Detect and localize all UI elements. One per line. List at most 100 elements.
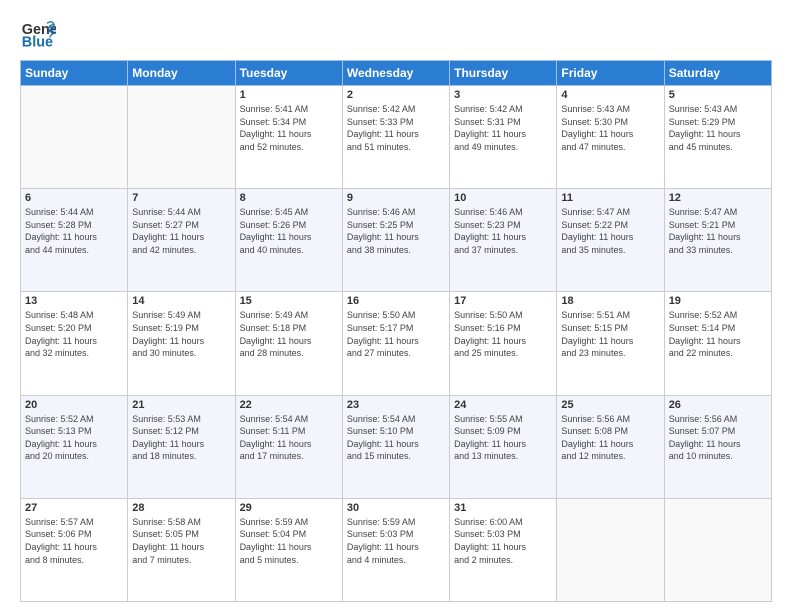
day-header-sunday: Sunday xyxy=(21,61,128,86)
day-number: 8 xyxy=(240,192,338,204)
calendar-cell: 19 Sunrise: 5:52 AM Sunset: 5:14 PM Dayli… xyxy=(664,292,771,395)
day-number: 23 xyxy=(347,399,445,411)
day-info: Sunrise: 5:50 AM Sunset: 5:16 PM Dayligh… xyxy=(454,309,552,359)
day-info: Sunrise: 5:58 AM Sunset: 5:05 PM Dayligh… xyxy=(132,516,230,566)
calendar-cell: 27 Sunrise: 5:57 AM Sunset: 5:06 PM Dayli… xyxy=(21,498,128,601)
day-header-wednesday: Wednesday xyxy=(342,61,449,86)
calendar-cell: 25Sunrise: 5:56 AM Sunset: 5:08 PM Dayli… xyxy=(557,395,664,498)
day-number: 10 xyxy=(454,192,552,204)
day-info: Sunrise: 5:56 AM Sunset: 5:07 PM Dayligh… xyxy=(669,413,767,463)
calendar-cell: 18 Sunrise: 5:51 AM Sunset: 5:15 PM Dayli… xyxy=(557,292,664,395)
day-info: Sunrise: 5:46 AM Sunset: 5:23 PM Dayligh… xyxy=(454,206,552,256)
day-number: 26 xyxy=(669,399,767,411)
day-number: 15 xyxy=(240,295,338,307)
day-info: Sunrise: 5:48 AM Sunset: 5:20 PM Dayligh… xyxy=(25,309,123,359)
calendar-cell: 7 Sunrise: 5:44 AM Sunset: 5:27 PM Daylig… xyxy=(128,189,235,292)
calendar-cell: 21Sunrise: 5:53 AM Sunset: 5:12 PM Dayli… xyxy=(128,395,235,498)
calendar-cell: 3 Sunrise: 5:42 AM Sunset: 5:31 PM Daylig… xyxy=(450,86,557,189)
day-info: Sunrise: 5:44 AM Sunset: 5:27 PM Dayligh… xyxy=(132,206,230,256)
day-header-monday: Monday xyxy=(128,61,235,86)
day-info: Sunrise: 5:44 AM Sunset: 5:28 PM Dayligh… xyxy=(25,206,123,256)
day-info: Sunrise: 5:46 AM Sunset: 5:25 PM Dayligh… xyxy=(347,206,445,256)
calendar-cell: 30 Sunrise: 5:59 AM Sunset: 5:03 PM Dayli… xyxy=(342,498,449,601)
calendar-cell: 2 Sunrise: 5:42 AM Sunset: 5:33 PM Daylig… xyxy=(342,86,449,189)
day-header-saturday: Saturday xyxy=(664,61,771,86)
day-info: Sunrise: 5:43 AM Sunset: 5:29 PM Dayligh… xyxy=(669,103,767,153)
calendar-cell: 22 Sunrise: 5:54 AM Sunset: 5:11 PM Dayli… xyxy=(235,395,342,498)
day-number: 17 xyxy=(454,295,552,307)
day-info: Sunrise: 5:50 AM Sunset: 5:17 PM Dayligh… xyxy=(347,309,445,359)
calendar-cell: 4 Sunrise: 5:43 AM Sunset: 5:30 PM Daylig… xyxy=(557,86,664,189)
day-info: Sunrise: 5:59 AM Sunset: 5:04 PM Dayligh… xyxy=(240,516,338,566)
day-number: 19 xyxy=(669,295,767,307)
calendar-cell xyxy=(664,498,771,601)
day-number: 2 xyxy=(347,89,445,101)
day-info: Sunrise: 5:57 AM Sunset: 5:06 PM Dayligh… xyxy=(25,516,123,566)
calendar-cell: 31Sunrise: 6:00 AM Sunset: 5:03 PM Dayli… xyxy=(450,498,557,601)
day-number: 9 xyxy=(347,192,445,204)
calendar-cell: 24 Sunrise: 5:55 AM Sunset: 5:09 PM Dayli… xyxy=(450,395,557,498)
day-info: Sunrise: 5:43 AM Sunset: 5:30 PM Dayligh… xyxy=(561,103,659,153)
calendar-cell: 29 Sunrise: 5:59 AM Sunset: 5:04 PM Dayli… xyxy=(235,498,342,601)
calendar-cell: 20 Sunrise: 5:52 AM Sunset: 5:13 PM Dayli… xyxy=(21,395,128,498)
day-number: 4 xyxy=(561,89,659,101)
calendar-cell: 1Sunrise: 5:41 AM Sunset: 5:34 PM Daylig… xyxy=(235,86,342,189)
calendar-cell: 12Sunrise: 5:47 AM Sunset: 5:21 PM Dayli… xyxy=(664,189,771,292)
day-info: Sunrise: 5:54 AM Sunset: 5:10 PM Dayligh… xyxy=(347,413,445,463)
calendar-cell: 6 Sunrise: 5:44 AM Sunset: 5:28 PM Daylig… xyxy=(21,189,128,292)
day-number: 1 xyxy=(240,89,338,101)
day-number: 31 xyxy=(454,502,552,514)
calendar-cell xyxy=(21,86,128,189)
day-number: 5 xyxy=(669,89,767,101)
calendar-table: SundayMondayTuesdayWednesdayThursdayFrid… xyxy=(20,60,772,602)
calendar-cell: 8 Sunrise: 5:45 AM Sunset: 5:26 PM Daylig… xyxy=(235,189,342,292)
day-info: Sunrise: 5:49 AM Sunset: 5:19 PM Dayligh… xyxy=(132,309,230,359)
logo: General Blue xyxy=(20,16,56,52)
day-header-friday: Friday xyxy=(557,61,664,86)
day-info: Sunrise: 5:55 AM Sunset: 5:09 PM Dayligh… xyxy=(454,413,552,463)
day-number: 14 xyxy=(132,295,230,307)
day-number: 27 xyxy=(25,502,123,514)
day-number: 6 xyxy=(25,192,123,204)
day-info: Sunrise: 5:49 AM Sunset: 5:18 PM Dayligh… xyxy=(240,309,338,359)
svg-text:Blue: Blue xyxy=(22,35,53,51)
day-number: 16 xyxy=(347,295,445,307)
day-number: 18 xyxy=(561,295,659,307)
day-number: 21 xyxy=(132,399,230,411)
day-number: 29 xyxy=(240,502,338,514)
day-number: 7 xyxy=(132,192,230,204)
day-info: Sunrise: 5:45 AM Sunset: 5:26 PM Dayligh… xyxy=(240,206,338,256)
calendar-cell xyxy=(128,86,235,189)
day-number: 3 xyxy=(454,89,552,101)
day-number: 30 xyxy=(347,502,445,514)
day-number: 20 xyxy=(25,399,123,411)
calendar-cell: 9 Sunrise: 5:46 AM Sunset: 5:25 PM Daylig… xyxy=(342,189,449,292)
day-info: Sunrise: 5:51 AM Sunset: 5:15 PM Dayligh… xyxy=(561,309,659,359)
calendar-cell xyxy=(557,498,664,601)
day-info: Sunrise: 5:59 AM Sunset: 5:03 PM Dayligh… xyxy=(347,516,445,566)
day-number: 22 xyxy=(240,399,338,411)
calendar-cell: 10 Sunrise: 5:46 AM Sunset: 5:23 PM Dayli… xyxy=(450,189,557,292)
day-info: Sunrise: 5:42 AM Sunset: 5:31 PM Dayligh… xyxy=(454,103,552,153)
calendar-cell: 15 Sunrise: 5:49 AM Sunset: 5:18 PM Dayli… xyxy=(235,292,342,395)
calendar-cell: 26 Sunrise: 5:56 AM Sunset: 5:07 PM Dayli… xyxy=(664,395,771,498)
day-info: Sunrise: 5:52 AM Sunset: 5:14 PM Dayligh… xyxy=(669,309,767,359)
day-info: Sunrise: 5:52 AM Sunset: 5:13 PM Dayligh… xyxy=(25,413,123,463)
day-info: Sunrise: 5:56 AM Sunset: 5:08 PM Dayligh… xyxy=(561,413,659,463)
day-number: 11 xyxy=(561,192,659,204)
calendar-cell: 11 Sunrise: 5:47 AM Sunset: 5:22 PM Dayli… xyxy=(557,189,664,292)
logo-icon: General Blue xyxy=(20,16,56,52)
page: General Blue SundayMondayTuesdayWednesda… xyxy=(0,0,792,612)
day-header-tuesday: Tuesday xyxy=(235,61,342,86)
calendar-cell: 28Sunrise: 5:58 AM Sunset: 5:05 PM Dayli… xyxy=(128,498,235,601)
calendar-cell: 23 Sunrise: 5:54 AM Sunset: 5:10 PM Dayli… xyxy=(342,395,449,498)
day-info: Sunrise: 5:47 AM Sunset: 5:22 PM Dayligh… xyxy=(561,206,659,256)
day-number: 24 xyxy=(454,399,552,411)
day-info: Sunrise: 5:42 AM Sunset: 5:33 PM Dayligh… xyxy=(347,103,445,153)
calendar-cell: 14 Sunrise: 5:49 AM Sunset: 5:19 PM Dayli… xyxy=(128,292,235,395)
day-header-thursday: Thursday xyxy=(450,61,557,86)
calendar-cell: 13Sunrise: 5:48 AM Sunset: 5:20 PM Dayli… xyxy=(21,292,128,395)
day-number: 12 xyxy=(669,192,767,204)
day-info: Sunrise: 5:54 AM Sunset: 5:11 PM Dayligh… xyxy=(240,413,338,463)
header: General Blue xyxy=(20,16,772,52)
